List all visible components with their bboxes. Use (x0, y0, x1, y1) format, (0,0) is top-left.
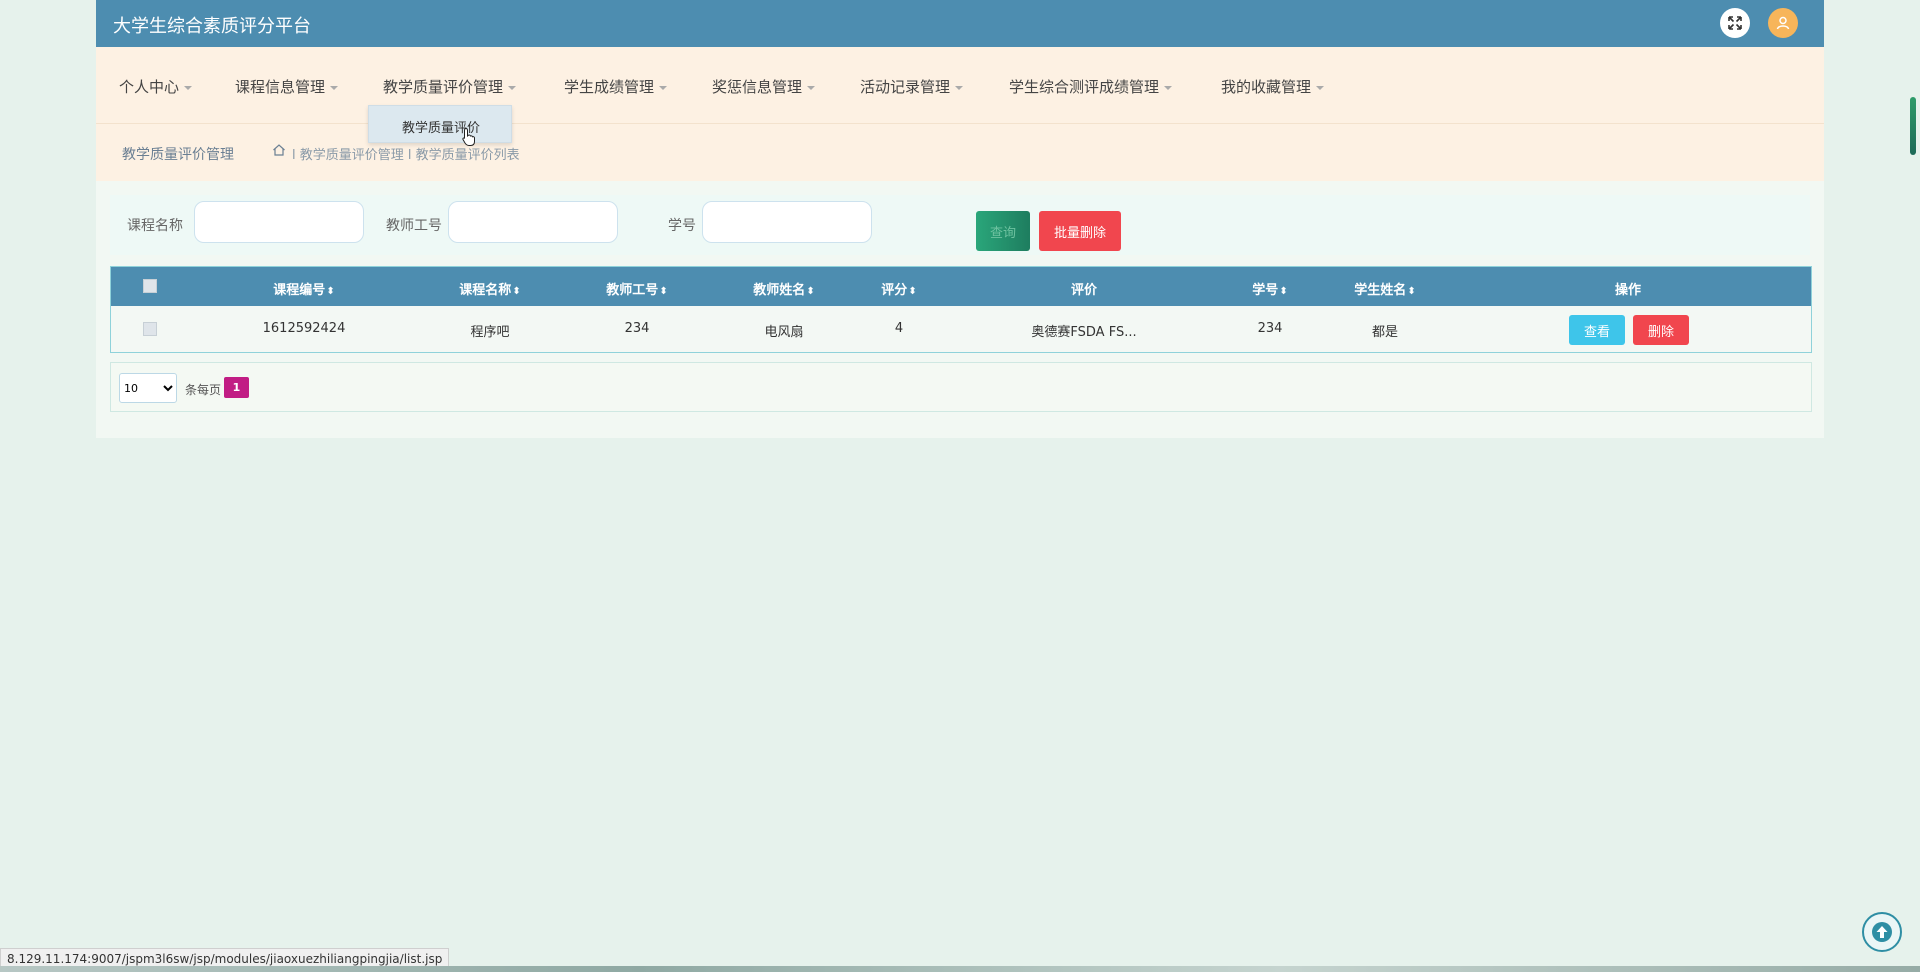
app-container: 大学生综合素质评分平台 个人中心 课程信息管理 教学质量评价管理 学生成绩管理 … (96, 0, 1824, 438)
th-label: 教师工号 (606, 283, 659, 298)
batch-delete-button[interactable]: 批量删除 (1039, 211, 1121, 251)
th-course-code[interactable]: 课程编号⬍ (273, 279, 334, 298)
caret-down-icon (508, 85, 517, 90)
th-label: 课程编号 (273, 283, 326, 298)
teacher-id-input[interactable] (448, 201, 618, 243)
breadcrumb-path: l 教学质量评价管理 l 教学质量评价列表 (292, 148, 520, 163)
user-glyph (1776, 16, 1790, 30)
nav-item-label: 我的收藏管理 (1221, 78, 1312, 96)
course-name-input[interactable] (194, 201, 364, 243)
page-scrollbar[interactable] (1910, 97, 1916, 155)
site-title: 大学生综合素质评分平台 (113, 16, 311, 37)
arrow-up-icon (1872, 922, 1892, 942)
nav-item-label: 教学质量评价管理 (383, 78, 504, 96)
caret-down-icon (1164, 85, 1173, 90)
data-table: 课程编号⬍ 课程名称⬍ 教师工号⬍ 教师姓名⬍ 评分⬍ 评价 学号⬍ 学生姓名⬍… (110, 266, 1812, 353)
sort-icon: ⬍ (512, 286, 521, 297)
sort-icon: ⬍ (1407, 286, 1416, 297)
main-nav: 个人中心 课程信息管理 教学质量评价管理 学生成绩管理 奖惩信息管理 活动记录管… (96, 47, 1824, 124)
nav-item-label: 个人中心 (119, 78, 180, 96)
cell-course-name: 程序吧 (470, 325, 510, 340)
th-label: 教师姓名 (753, 283, 806, 298)
caret-down-icon (330, 85, 339, 90)
course-name-label: 课程名称 (127, 218, 183, 234)
caret-down-icon (1316, 85, 1325, 90)
page-title: 教学质量评价管理 (122, 147, 234, 163)
pagination: 10 条每页 1 (110, 362, 1812, 412)
table-header: 课程编号⬍ 课程名称⬍ 教师工号⬍ 教师姓名⬍ 评分⬍ 评价 学号⬍ 学生姓名⬍… (111, 267, 1811, 306)
th-label: 学号 (1252, 283, 1279, 298)
teacher-id-label: 教师工号 (386, 218, 442, 234)
search-panel: 课程名称 教师工号 学号 查询 批量删除 (110, 195, 1810, 255)
cell-score: 4 (894, 321, 904, 336)
cell-course-code: 1612592424 (262, 321, 346, 336)
page-number-current[interactable]: 1 (224, 377, 249, 398)
cell-student-name: 都是 (1371, 325, 1399, 340)
th-student-id[interactable]: 学号⬍ (1252, 279, 1287, 298)
student-id-input[interactable] (702, 201, 872, 243)
th-comment: 评价 (1070, 283, 1098, 298)
sort-icon: ⬍ (806, 286, 815, 297)
nav-item-teaching-eval[interactable]: 教学质量评价管理 (383, 76, 517, 97)
back-to-top-button[interactable] (1862, 912, 1902, 952)
cell-student-id: 234 (1257, 321, 1283, 336)
nav-item-personal-center[interactable]: 个人中心 (119, 76, 193, 97)
nav-item-label: 活动记录管理 (860, 78, 951, 96)
nav-item-label: 课程信息管理 (235, 78, 326, 96)
caret-down-icon (955, 85, 964, 90)
nav-dropdown-menu: 教学质量评价 (368, 105, 512, 143)
th-course-name[interactable]: 课程名称⬍ (459, 279, 520, 298)
fullscreen-icon[interactable] (1720, 8, 1750, 38)
home-icon[interactable] (272, 143, 286, 157)
caret-down-icon (659, 85, 668, 90)
per-page-label: 条每页 (185, 383, 222, 397)
cell-teacher-id: 234 (624, 321, 650, 336)
cell-teacher-name: 电风扇 (764, 325, 804, 340)
nav-item-label: 学生综合测评成绩管理 (1009, 78, 1160, 96)
student-id-label: 学号 (668, 218, 696, 234)
nav-item-rewards[interactable]: 奖惩信息管理 (712, 76, 816, 97)
nav-item-label: 学生成绩管理 (564, 78, 655, 96)
caret-down-icon (184, 85, 193, 90)
view-button[interactable]: 查看 (1569, 315, 1625, 345)
nav-item-activity-records[interactable]: 活动记录管理 (860, 76, 964, 97)
sort-icon: ⬍ (326, 286, 335, 297)
nav-item-course-info[interactable]: 课程信息管理 (235, 76, 339, 97)
taskbar-strip (0, 966, 1920, 972)
sort-icon: ⬍ (908, 286, 917, 297)
th-teacher-id[interactable]: 教师工号⬍ (606, 279, 667, 298)
th-score[interactable]: 评分⬍ (881, 279, 916, 298)
browser-status-bar: 8.129.11.174:9007/jspm3l6sw/jsp/modules/… (0, 948, 450, 968)
top-header: 大学生综合素质评分平台 (96, 0, 1824, 47)
dropdown-item-teaching-eval[interactable]: 教学质量评价 (369, 117, 513, 136)
cell-comment: 奥德赛FSDA FS... (1031, 325, 1137, 340)
hand-cursor-icon (462, 127, 475, 146)
search-button[interactable]: 查询 (976, 211, 1030, 251)
user-avatar-icon[interactable] (1768, 8, 1798, 38)
select-all-checkbox[interactable] (143, 279, 157, 293)
sort-icon: ⬍ (659, 286, 668, 297)
delete-button[interactable]: 删除 (1633, 315, 1689, 345)
fullscreen-glyph (1728, 16, 1742, 30)
nav-item-label: 奖惩信息管理 (712, 78, 803, 96)
th-label: 学生姓名 (1354, 283, 1407, 298)
nav-item-student-grades[interactable]: 学生成绩管理 (564, 76, 668, 97)
th-label: 课程名称 (459, 283, 512, 298)
nav-item-favorites[interactable]: 我的收藏管理 (1221, 76, 1325, 97)
th-student-name[interactable]: 学生姓名⬍ (1354, 279, 1415, 298)
breadcrumb: 教学质量评价管理 l 教学质量评价管理 l 教学质量评价列表 (96, 124, 1824, 181)
page-size-select[interactable]: 10 (119, 373, 177, 403)
th-label: 评分 (881, 283, 908, 298)
th-actions: 操作 (1614, 283, 1642, 298)
sort-icon: ⬍ (1279, 286, 1288, 297)
caret-down-icon (807, 85, 816, 90)
th-teacher-name[interactable]: 教师姓名⬍ (753, 279, 814, 298)
row-checkbox[interactable] (143, 322, 157, 336)
nav-item-comprehensive-scores[interactable]: 学生综合测评成绩管理 (1009, 76, 1173, 97)
